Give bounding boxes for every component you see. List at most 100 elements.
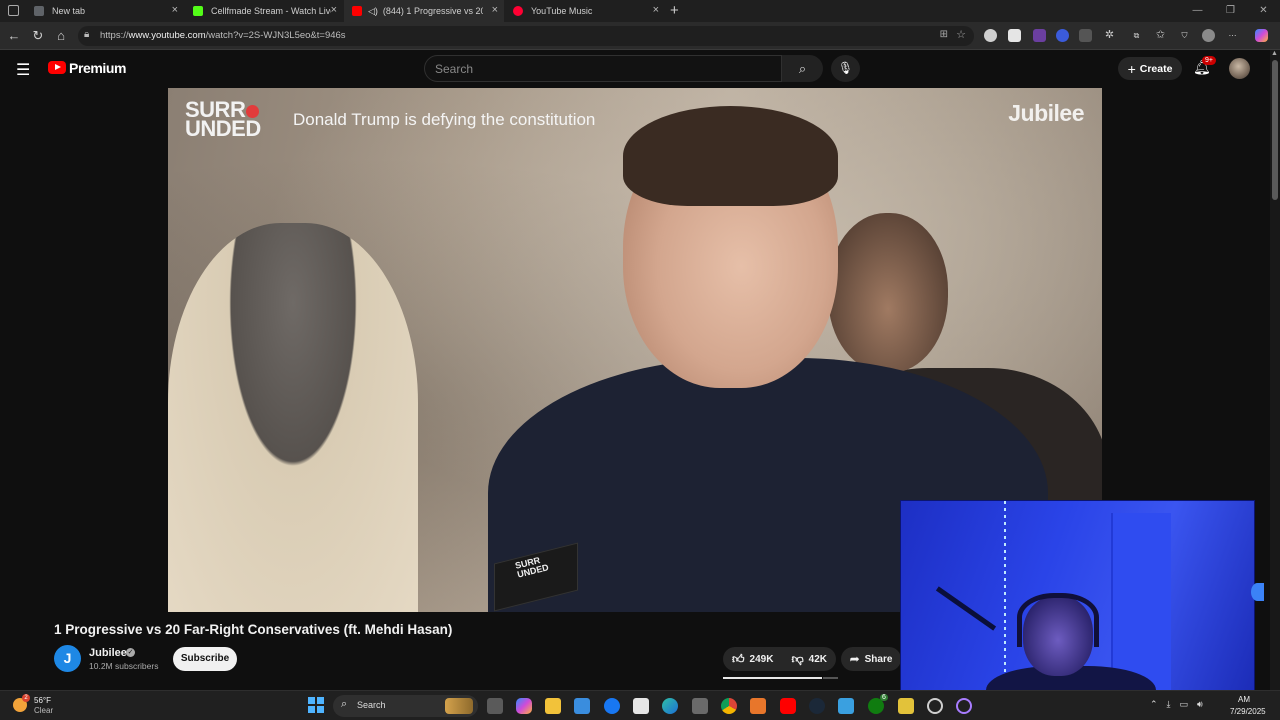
restore-icon[interactable]: ❐ [1214, 0, 1247, 22]
account-avatar[interactable] [1229, 58, 1250, 79]
microsoft-store-icon[interactable] [574, 698, 590, 714]
app-purple-icon[interactable] [956, 698, 972, 714]
close-tab-icon[interactable]: × [653, 4, 659, 16]
site-info-icon[interactable]: 🔒︎ [84, 29, 89, 40]
tray-overflow-chevron-icon[interactable]: ⌃ [1150, 699, 1158, 710]
search-icon: ⌕ [341, 698, 348, 710]
channel-name[interactable]: Jubilee [89, 647, 127, 659]
tab-new-tab[interactable]: New tab × [26, 0, 184, 22]
copilot-icon[interactable] [1255, 29, 1268, 42]
window-controls: — ❐ ✕ [1181, 0, 1280, 22]
app-circle-icon[interactable] [927, 698, 943, 714]
close-tab-icon[interactable]: × [492, 4, 498, 16]
facebook-icon[interactable] [604, 698, 620, 714]
menu-hamburger-icon[interactable]: ☰ [16, 60, 30, 80]
app-blue-icon[interactable] [838, 698, 854, 714]
home-icon[interactable]: ⌂ [53, 28, 69, 44]
extension-icon[interactable] [984, 29, 997, 42]
tab-youtube-music[interactable]: YouTube Music × [505, 0, 665, 22]
verified-check-icon: ✓ [126, 648, 135, 657]
floating-side-button[interactable] [1251, 583, 1264, 601]
task-view-icon[interactable] [487, 698, 503, 714]
close-tab-icon[interactable]: × [172, 4, 178, 16]
copilot-taskbar-icon[interactable] [516, 698, 532, 714]
search-button[interactable]: ⌕ [782, 55, 823, 82]
url-text[interactable]: https://www.youtube.com/watch?v=2S-WJN3L… [100, 30, 346, 41]
subscribe-button[interactable]: Subscribe [173, 647, 237, 671]
edge-browser-icon[interactable] [662, 698, 678, 714]
brand-premium-label[interactable]: Premium [69, 60, 127, 76]
favorites-icon[interactable]: ✩ [1154, 29, 1167, 42]
close-window-icon[interactable]: ✕ [1247, 0, 1280, 22]
search-input[interactable] [435, 62, 765, 76]
search-box[interactable] [424, 55, 782, 82]
jubilee-watermark: Jubilee [1008, 100, 1084, 126]
app-yellow-icon[interactable] [898, 698, 914, 714]
video-title: 1 Progressive vs 20 Far-Right Conservati… [54, 622, 453, 637]
file-explorer-icon[interactable] [545, 698, 561, 714]
volume-icon[interactable]: 🔊︎ [1197, 699, 1203, 710]
windows-taskbar: 2 56°F Clear ⌕ Search 6 ⌃ ⤓ ▭ 🔊︎ AM 7/29… [0, 690, 1280, 720]
create-button[interactable]: + Create [1118, 57, 1182, 80]
clock-date[interactable]: 7/29/2025 [1230, 707, 1266, 716]
dislike-button[interactable]: 👎︎ 42K [782, 647, 836, 671]
network-icon[interactable]: ▭ [1180, 699, 1189, 710]
extension-icon[interactable] [1008, 29, 1021, 42]
new-tab-favicon-icon [34, 6, 44, 16]
share-button[interactable]: ➦ Share [841, 647, 901, 671]
youtube-logo-icon[interactable] [48, 61, 66, 74]
page-scrollbar-thumb[interactable] [1272, 60, 1278, 200]
address-bar[interactable]: 🔒︎ https://www.youtube.com/watch?v=2S-WJ… [78, 26, 974, 46]
minimize-icon[interactable]: — [1181, 0, 1214, 22]
channel-avatar[interactable]: J [54, 645, 81, 672]
subscriber-count: 10.2M subscribers [89, 661, 159, 671]
new-tab-button[interactable]: + [670, 2, 679, 19]
tab-actions-icon[interactable] [8, 5, 19, 16]
chrome-icon[interactable] [721, 698, 737, 714]
system-tray: ⌃ ⤓ ▭ 🔊︎ [1150, 699, 1203, 710]
settings-more-icon[interactable]: ⋯ [1226, 29, 1239, 42]
tab-title: Cellfmade Stream - Watch Live o [211, 6, 331, 16]
speaker-icon[interactable]: ◁) [368, 6, 378, 17]
like-button[interactable]: 👍︎ 249K [723, 647, 782, 671]
extensions-puzzle-icon[interactable]: ✲ [1103, 29, 1116, 42]
weather-temperature[interactable]: 56°F [34, 696, 51, 705]
tray-download-icon[interactable]: ⤓ [1167, 699, 1171, 710]
xbox-badge: 6 [880, 694, 888, 701]
video-topic-caption: Donald Trump is defying the constitution [293, 110, 596, 129]
like-count: 249K [749, 653, 774, 665]
logo-line2: UNDED [185, 116, 261, 141]
steam-icon[interactable] [809, 698, 825, 714]
scroll-up-arrow-icon[interactable]: ▲ [1271, 50, 1278, 57]
webcam-background-door [1111, 513, 1171, 693]
extension-icon[interactable] [1079, 29, 1092, 42]
app-available-icon[interactable]: ⊞ [940, 29, 948, 40]
favorite-star-icon[interactable]: ☆ [956, 28, 966, 41]
calculator-icon[interactable] [692, 698, 708, 714]
browser-toolbar: ← ↻ ⌂ 🔒︎ https://www.youtube.com/watch?v… [0, 22, 1280, 50]
split-screen-icon[interactable]: ⧉ [1130, 29, 1143, 42]
speaker-hair [623, 106, 838, 206]
taskbar-search[interactable]: ⌕ Search [333, 695, 478, 717]
close-tab-icon[interactable]: × [331, 4, 337, 16]
amazon-icon[interactable] [633, 698, 649, 714]
like-dislike-bar: 👍︎ 249K 👎︎ 42K [723, 647, 836, 671]
windows-start-icon[interactable] [308, 697, 324, 713]
extension-icon[interactable] [1033, 29, 1046, 42]
tab-youtube-video[interactable]: ◁) (844) 1 Progressive vs 20 Far × [344, 0, 504, 22]
back-icon[interactable]: ← [6, 28, 22, 44]
extension-icon[interactable] [1056, 29, 1069, 42]
webcam-led-strip [1004, 501, 1006, 699]
reload-icon[interactable]: ↻ [30, 28, 46, 44]
clock-time[interactable]: AM [1238, 695, 1250, 704]
plus-icon: + [1127, 60, 1136, 77]
tab-cellfmade-stream[interactable]: Cellfmade Stream - Watch Live o × [185, 0, 343, 22]
browser-essentials-icon[interactable]: ⛉ [1178, 29, 1191, 42]
voice-search-button[interactable]: 🎙︎ [831, 55, 860, 82]
app-orange-icon[interactable] [750, 698, 766, 714]
weather-condition[interactable]: Clear [34, 706, 53, 715]
youtube-taskbar-icon[interactable] [780, 698, 796, 714]
profile-icon[interactable] [1202, 29, 1215, 42]
browser-tab-strip: New tab × Cellfmade Stream - Watch Live … [0, 0, 1280, 22]
headphones-icon [1017, 593, 1099, 647]
